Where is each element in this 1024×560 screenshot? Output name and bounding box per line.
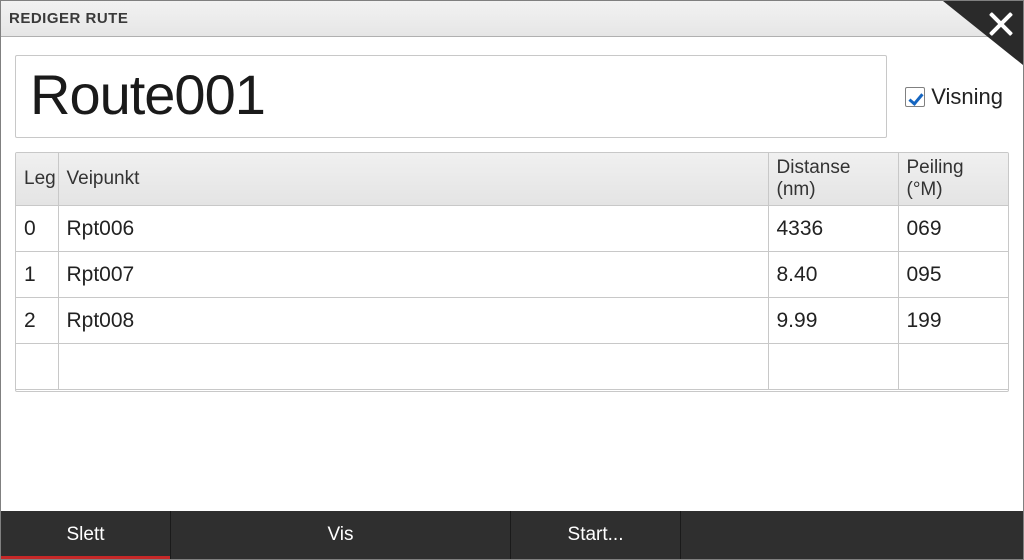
delete-button-label: Slett [66, 524, 104, 546]
cell-distance: 8.40 [768, 252, 898, 298]
cell-distance: 4336 [768, 206, 898, 252]
show-button[interactable]: Vis [171, 511, 511, 559]
table-row[interactable]: 2 Rpt008 9.99 199 [16, 298, 1008, 344]
col-distance[interactable]: Distanse (nm) [768, 153, 898, 206]
table-row[interactable]: 0 Rpt006 4336 069 [16, 206, 1008, 252]
cell-distance: 9.99 [768, 298, 898, 344]
dialog-title: REDIGER RUTE [9, 10, 128, 27]
table-header-row: Leg Veipunkt Distanse (nm) Peiling (°M) [16, 153, 1008, 206]
delete-button[interactable]: Slett [1, 511, 171, 559]
checkbox-icon [905, 87, 925, 107]
footer-toolbar: Slett Vis Start... [1, 511, 1023, 559]
cell-bearing: 199 [898, 298, 1008, 344]
route-name-input[interactable]: Route001 [15, 55, 887, 138]
waypoints-table: Leg Veipunkt Distanse (nm) Peiling (°M) … [15, 152, 1009, 392]
cell-leg: 1 [16, 252, 58, 298]
col-bearing[interactable]: Peiling (°M) [898, 153, 1008, 206]
route-name-text: Route001 [30, 62, 872, 127]
cell-waypoint: Rpt006 [58, 206, 768, 252]
cell-waypoint: Rpt007 [58, 252, 768, 298]
table-row[interactable]: 1 Rpt007 8.40 095 [16, 252, 1008, 298]
cell-bearing: 095 [898, 252, 1008, 298]
table-row-empty[interactable] [16, 344, 1008, 390]
cell-leg: 0 [16, 206, 58, 252]
col-waypoint[interactable]: Veipunkt [58, 153, 768, 206]
title-row: Route001 Visning [15, 55, 1009, 138]
display-toggle[interactable]: Visning [905, 84, 1009, 110]
close-icon [987, 11, 1013, 37]
start-button[interactable]: Start... [511, 511, 681, 559]
cell-bearing: 069 [898, 206, 1008, 252]
show-button-label: Vis [327, 524, 353, 546]
cell-waypoint: Rpt008 [58, 298, 768, 344]
start-button-label: Start... [568, 524, 624, 546]
col-leg[interactable]: Leg [16, 153, 58, 206]
dialog-content: Route001 Visning Leg Veipunkt Distanse (… [1, 37, 1023, 511]
display-toggle-label: Visning [931, 84, 1003, 110]
cell-leg: 2 [16, 298, 58, 344]
dialog-header: REDIGER RUTE [1, 1, 1023, 37]
close-button[interactable] [943, 1, 1023, 65]
